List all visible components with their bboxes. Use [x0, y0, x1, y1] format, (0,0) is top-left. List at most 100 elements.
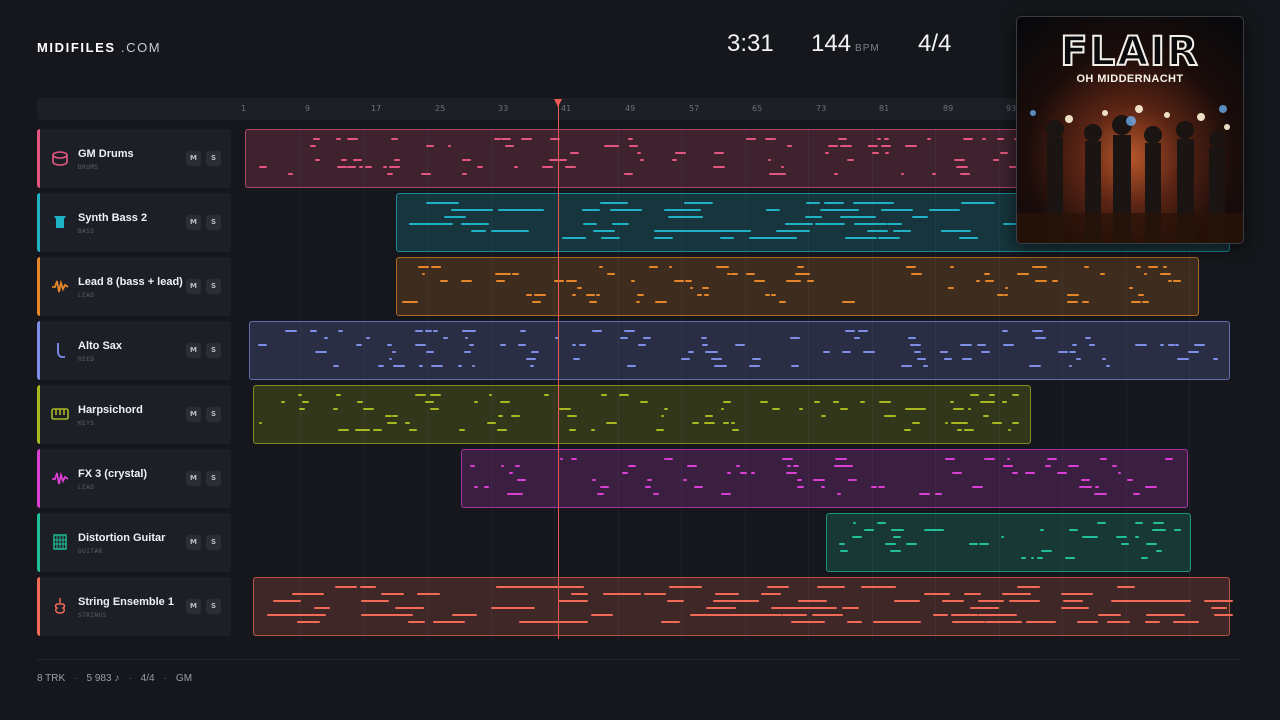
track-header[interactable]: Distortion Guitar GUITAR M S: [37, 513, 231, 572]
midi-note: [788, 145, 792, 147]
midi-note: [798, 600, 813, 602]
midi-note: [558, 600, 588, 602]
midi-note: [1045, 465, 1051, 467]
midi-note: [592, 330, 603, 332]
midi-note: [1012, 472, 1019, 474]
midi-note: [414, 394, 427, 396]
midi-note: [391, 351, 396, 353]
midi-note: [643, 593, 667, 595]
track-header[interactable]: Lead 8 (bass + lead) LEAD M S: [37, 257, 231, 316]
midi-note: [1117, 472, 1121, 474]
midi-note: [619, 337, 629, 339]
midi-note: [1187, 351, 1199, 353]
midi-note: [813, 479, 825, 481]
track-header[interactable]: FX 3 (crystal) LEAD M S: [37, 449, 231, 508]
midi-note: [1120, 543, 1129, 545]
midi-note: [501, 273, 511, 275]
midi-note: [890, 529, 898, 531]
solo-button[interactable]: S: [206, 215, 221, 230]
midi-note: [864, 351, 875, 353]
track-category: BASS: [78, 228, 95, 235]
site-logo[interactable]: MIDIFILES .COM: [37, 40, 161, 55]
mute-button[interactable]: M: [186, 471, 201, 486]
midi-note: [291, 593, 325, 595]
midi-note: [366, 337, 370, 339]
ruler-tick-label: 65: [752, 104, 763, 113]
midi-note: [886, 621, 922, 623]
solo-button[interactable]: S: [206, 535, 221, 550]
midi-clip[interactable]: [396, 257, 1199, 316]
track-header[interactable]: Harpsichord KEYS M S: [37, 385, 231, 444]
solo-button[interactable]: S: [206, 279, 221, 294]
violin-icon: [51, 597, 69, 615]
solo-button[interactable]: S: [206, 151, 221, 166]
midi-note: [462, 159, 472, 161]
midi-note: [532, 301, 541, 303]
midi-note: [781, 458, 794, 460]
midi-note: [726, 273, 731, 275]
midi-note: [835, 458, 844, 460]
solo-button[interactable]: S: [206, 343, 221, 358]
midi-note: [731, 273, 739, 275]
midi-note: [959, 166, 964, 168]
mute-button[interactable]: M: [186, 215, 201, 230]
mute-button[interactable]: M: [186, 279, 201, 294]
midi-note: [877, 486, 885, 488]
midi-note: [284, 330, 297, 332]
midi-note: [674, 152, 687, 154]
midi-note: [785, 223, 805, 225]
midi-note: [337, 330, 344, 332]
track-header[interactable]: String Ensemble 1 STRINGS M S: [37, 577, 231, 636]
midi-note: [1004, 287, 1009, 289]
midi-note: [851, 536, 862, 538]
midi-clip[interactable]: [249, 321, 1230, 380]
midi-note: [1011, 422, 1019, 424]
midi-clip[interactable]: [253, 577, 1234, 636]
solo-button[interactable]: S: [206, 471, 221, 486]
mute-button[interactable]: M: [186, 407, 201, 422]
midi-note: [517, 479, 526, 481]
midi-clip[interactable]: [826, 513, 1191, 572]
solo-button[interactable]: S: [206, 407, 221, 422]
midi-note: [807, 280, 814, 282]
midi-note: [470, 465, 475, 467]
midi-note: [1134, 536, 1139, 538]
track-color-bar: [37, 321, 40, 380]
midi-note: [637, 294, 644, 296]
footer-time-signature: 4/4: [140, 673, 155, 684]
solo-button[interactable]: S: [206, 599, 221, 614]
midi-note: [785, 472, 797, 474]
midi-note: [868, 145, 879, 147]
midi-note: [501, 465, 505, 467]
mute-button[interactable]: M: [186, 599, 201, 614]
mute-button[interactable]: M: [186, 151, 201, 166]
playhead[interactable]: [558, 104, 559, 639]
midi-note: [939, 351, 949, 353]
midi-note: [853, 337, 861, 339]
midi-note: [771, 408, 780, 410]
track-header[interactable]: Alto Sax REED M S: [37, 321, 231, 380]
track-category: STRINGS: [78, 612, 107, 619]
separator: ·: [74, 673, 78, 684]
midi-note: [769, 173, 781, 175]
midi-note: [591, 614, 613, 616]
midi-note: [586, 294, 595, 296]
track-header[interactable]: GM Drums DRUMS M S: [37, 129, 231, 188]
midi-note: [474, 486, 479, 488]
midi-note: [1135, 344, 1147, 346]
midi-note: [323, 337, 329, 339]
midi-note: [1116, 536, 1127, 538]
midi-note: [1134, 522, 1143, 524]
track-header[interactable]: Synth Bass 2 BASS M S: [37, 193, 231, 252]
midi-note: [619, 394, 630, 396]
midi-note: [628, 465, 637, 467]
mute-button[interactable]: M: [186, 343, 201, 358]
footer-stats: 8 TRK · 5 983 ♪ · 4/4 · GM: [37, 673, 192, 684]
midi-note: [505, 145, 515, 147]
midi-clip[interactable]: [253, 385, 1031, 444]
midi-note: [962, 173, 967, 175]
midi-note: [654, 237, 673, 239]
mute-button[interactable]: M: [186, 535, 201, 550]
midi-note: [839, 408, 849, 410]
midi-clip[interactable]: [461, 449, 1188, 508]
